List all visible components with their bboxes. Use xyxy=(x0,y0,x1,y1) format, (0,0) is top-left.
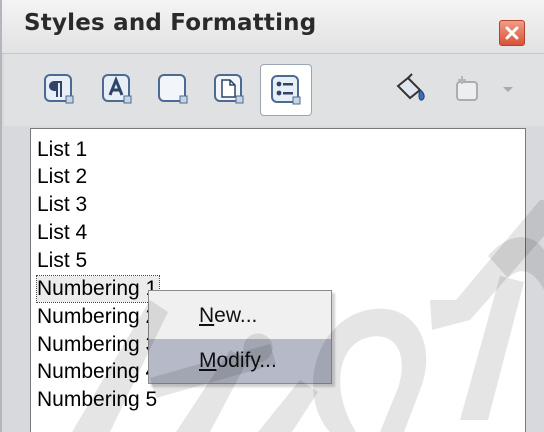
new-label: ew... xyxy=(214,304,258,327)
paragraph-styles-button[interactable] xyxy=(40,70,80,110)
list-styles-button[interactable] xyxy=(260,64,312,116)
styles-and-formatting-window: Styles and Formatting List 1 List 2 List… xyxy=(0,0,544,432)
fill-format-mode-icon xyxy=(396,73,425,101)
list-item[interactable]: Numbering 2 xyxy=(37,304,157,330)
modify-label: odify... xyxy=(216,349,277,372)
list-item[interactable]: List 5 xyxy=(37,248,87,274)
screenshot-stage: Styles and Formatting List 1 List 2 List… xyxy=(0,0,544,432)
character-styles-icon xyxy=(102,74,132,104)
list-styles-icon xyxy=(271,75,301,105)
list-item[interactable]: Numbering 4 xyxy=(37,359,157,385)
new-style-dropdown-button[interactable] xyxy=(496,70,522,110)
list-item[interactable]: Numbering 5 xyxy=(37,387,157,413)
list-item[interactable]: List 4 xyxy=(37,220,87,246)
title-bar[interactable]: Styles and Formatting xyxy=(2,0,544,54)
fill-format-mode-button[interactable] xyxy=(392,70,432,110)
frame-styles-icon xyxy=(158,74,188,104)
new-accelerator: N xyxy=(199,304,215,327)
close-icon xyxy=(505,26,519,40)
close-button[interactable] xyxy=(499,20,525,46)
page-styles-icon xyxy=(214,74,244,104)
list-item[interactable]: Numbering 3 xyxy=(37,332,157,358)
character-styles-button[interactable] xyxy=(98,70,138,110)
page-styles-button[interactable] xyxy=(210,70,250,110)
context-menu-modify[interactable]: Modify... xyxy=(149,339,331,383)
new-style-from-selection-icon xyxy=(456,76,478,101)
chevron-down-icon xyxy=(503,87,513,92)
new-style-from-selection-button[interactable] xyxy=(450,70,490,110)
style-family-toolbar xyxy=(4,54,544,126)
modify-accelerator: M xyxy=(199,349,217,372)
list-item[interactable]: List 3 xyxy=(37,192,87,218)
context-menu: New... Modify... xyxy=(148,290,332,384)
context-menu-new[interactable]: New... xyxy=(149,295,331,337)
list-item[interactable]: List 2 xyxy=(37,164,87,190)
list-item[interactable]: List 1 xyxy=(37,137,87,163)
paragraph-styles-icon xyxy=(44,74,74,104)
list-styles-list[interactable]: List 1 List 2 List 3 List 4 List 5 Numbe… xyxy=(30,128,526,432)
frame-styles-button[interactable] xyxy=(154,70,194,110)
list-item-selected[interactable]: Numbering 1 xyxy=(35,275,161,303)
window-title: Styles and Formatting xyxy=(24,10,317,36)
